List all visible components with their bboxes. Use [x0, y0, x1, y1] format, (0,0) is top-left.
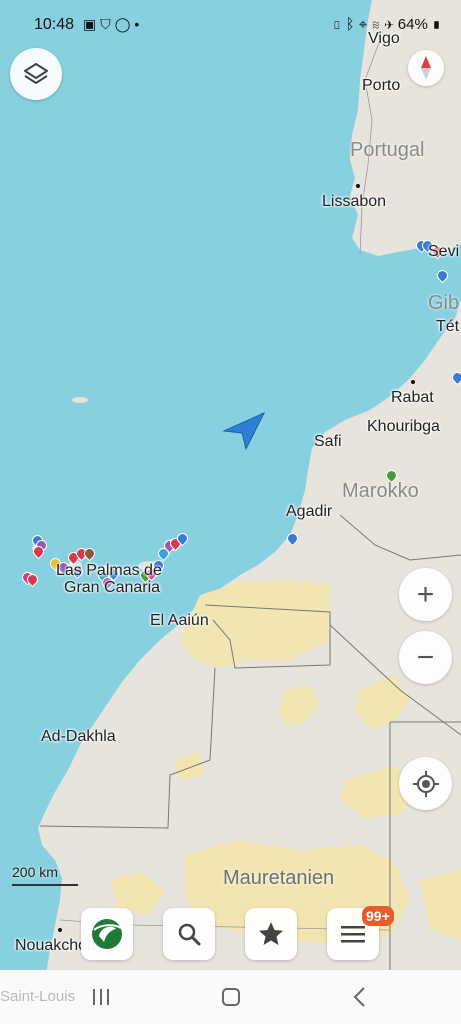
location-icon: ⌖: [358, 16, 368, 33]
map-label-ad-dakhla: Ad-Dakhla: [41, 728, 116, 745]
zoom-out-button[interactable]: −: [399, 631, 452, 684]
whatsapp-icon: ◯: [114, 16, 135, 32]
map-label-mauretanien: Mauretanien: [223, 867, 335, 889]
city-dot: [411, 380, 415, 384]
search-button[interactable]: [163, 908, 215, 960]
scale-label: 200 km: [12, 864, 58, 880]
map-label-tetouan: Tét: [436, 318, 460, 335]
zoom-out-label: −: [416, 640, 435, 674]
system-nav-bar: Saint-Louis: [0, 970, 461, 1024]
locate-button[interactable]: [399, 757, 452, 810]
app-logo-icon: [92, 919, 122, 949]
bluetooth-icon: ᛒ: [345, 16, 355, 33]
status-right: ▯ ᛒ ⌖ ≋ ✈ 64% ▮: [332, 16, 441, 33]
map-label-lissabon: Lissabon: [322, 193, 387, 210]
scale-bar: 200 km: [12, 864, 78, 886]
map-label-sevilla: Sevi: [428, 243, 460, 260]
position-arrow-icon: [222, 411, 266, 451]
status-bar: 10:48 ▣⛉◯• ▯ ᛒ ⌖ ≋ ✈ 64% ▮: [0, 0, 461, 48]
map-label-saint-louis: Saint-Louis: [0, 988, 76, 1005]
scale-line: [12, 884, 78, 886]
search-icon: [178, 923, 201, 946]
status-time: 10:48: [34, 16, 75, 33]
zoom-in-button[interactable]: +: [399, 568, 452, 621]
map-label-gibraltar: Gib: [428, 292, 460, 314]
map-label-agadir: Agadir: [286, 503, 333, 520]
dot-icon: •: [134, 16, 144, 32]
map-label-rabat: Rabat: [391, 389, 434, 406]
island: [72, 397, 88, 403]
map-label-las-palmas: Las Palmas de: [56, 562, 162, 579]
map-label-marokko: Marokko: [342, 480, 419, 502]
map-label-porto: Porto: [362, 77, 401, 94]
app-home-button[interactable]: [81, 908, 133, 960]
locate-icon: [412, 770, 439, 797]
back-icon[interactable]: [352, 986, 368, 1008]
menu-icon: [341, 926, 365, 943]
home-icon[interactable]: [220, 986, 242, 1008]
star-icon: [259, 922, 283, 945]
bookmarks-button[interactable]: [245, 908, 297, 960]
layers-button[interactable]: [10, 48, 62, 100]
sim-icon: ▯: [332, 16, 342, 33]
zoom-in-label: +: [416, 577, 435, 611]
battery-icon: ▮: [431, 16, 441, 33]
compass-icon: [421, 56, 431, 80]
map-label-portugal: Portugal: [350, 139, 425, 161]
map-label-khouribga: Khouribga: [367, 418, 440, 435]
status-left-icons: ▣⛉◯•: [83, 16, 143, 33]
notification-badge: 99+: [362, 906, 394, 926]
wifi-icon: ≋: [371, 16, 381, 33]
battery-text: 64%: [397, 16, 428, 33]
image-icon: ▣: [83, 16, 101, 32]
city-dot: [58, 928, 62, 932]
map-label-safi: Safi: [314, 433, 342, 450]
recent-apps-icon[interactable]: [91, 987, 111, 1007]
city-dot: [356, 184, 360, 188]
map-label-gran-canaria: Gran Canaria: [64, 579, 161, 596]
airplane-icon: ✈: [384, 16, 394, 33]
compass-button[interactable]: [408, 50, 444, 86]
map-label-el-aaiun: El Aaiún: [150, 612, 209, 629]
layers-icon: [24, 63, 48, 84]
shield-icon: ⛉: [100, 16, 115, 32]
